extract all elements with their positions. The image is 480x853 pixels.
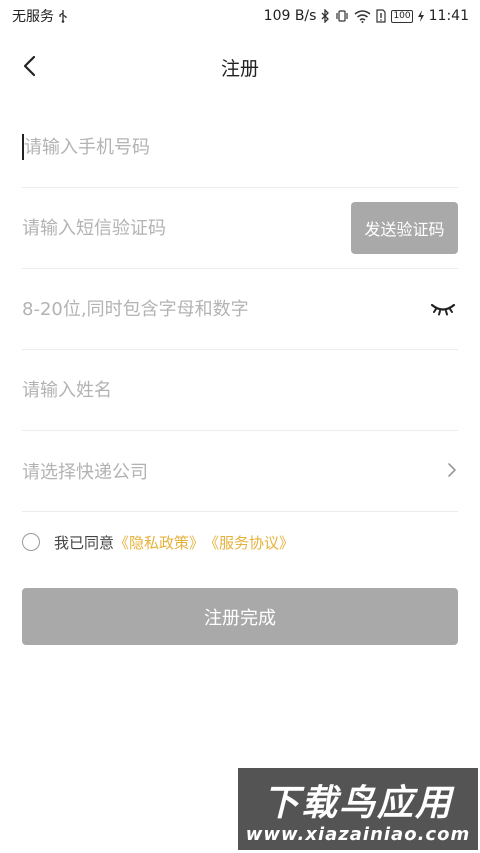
charging-icon: [417, 10, 424, 22]
eye-closed-icon[interactable]: [430, 297, 456, 319]
watermark-title: 下载鸟应用: [262, 783, 453, 824]
name-input[interactable]: [22, 370, 458, 410]
bluetooth-icon: [321, 9, 330, 23]
courier-row[interactable]: 请选择快递公司: [22, 431, 458, 512]
chevron-right-icon: [448, 463, 456, 477]
name-row: [22, 350, 458, 431]
network-speed: 109 B/s: [263, 8, 317, 24]
carrier-text: 无服务: [12, 9, 54, 25]
register-form: 发送验证码 请选择快递公司: [22, 107, 458, 512]
status-right: 109 B/s 100 11:41: [264, 8, 469, 24]
agreement-prefix: 我已同意: [54, 533, 115, 552]
send-code-button[interactable]: 发送验证码: [351, 202, 458, 254]
nav-bar: 注册: [0, 40, 480, 92]
password-input[interactable]: [22, 289, 402, 329]
battery-icon: 100: [391, 9, 413, 23]
password-row: [22, 269, 458, 350]
usb-icon: [59, 10, 67, 23]
privacy-policy-link[interactable]: 《隐私政策》: [114, 532, 204, 553]
register-submit-button[interactable]: 注册完成: [22, 588, 458, 645]
page-title: 注册: [220, 58, 259, 80]
courier-select[interactable]: 请选择快递公司: [22, 458, 148, 484]
agree-checkbox[interactable]: [22, 533, 40, 551]
code-row: 发送验证码: [22, 188, 458, 269]
phone-row: [22, 107, 458, 188]
text-cursor: [22, 134, 24, 160]
phone-input[interactable]: [22, 127, 458, 167]
sms-code-input[interactable]: [22, 208, 322, 248]
sim-alert-icon: [376, 9, 387, 23]
vibrate-icon: [336, 10, 349, 22]
service-agreement-link[interactable]: 《服务协议》: [204, 532, 294, 553]
battery-level: 100: [393, 10, 411, 21]
watermark: 下载鸟应用 www.xiazainiao.com: [238, 768, 478, 850]
status-bar: 无服务 109 B/s 100 11:41: [0, 0, 480, 32]
status-left: 无服务: [12, 6, 68, 26]
wifi-icon: [354, 9, 371, 23]
clock: 11:41: [428, 8, 469, 24]
watermark-url: www.xiazainiao.com: [245, 824, 471, 845]
agreement-row: 我已同意 《隐私政策》 《服务协议》: [22, 530, 294, 554]
